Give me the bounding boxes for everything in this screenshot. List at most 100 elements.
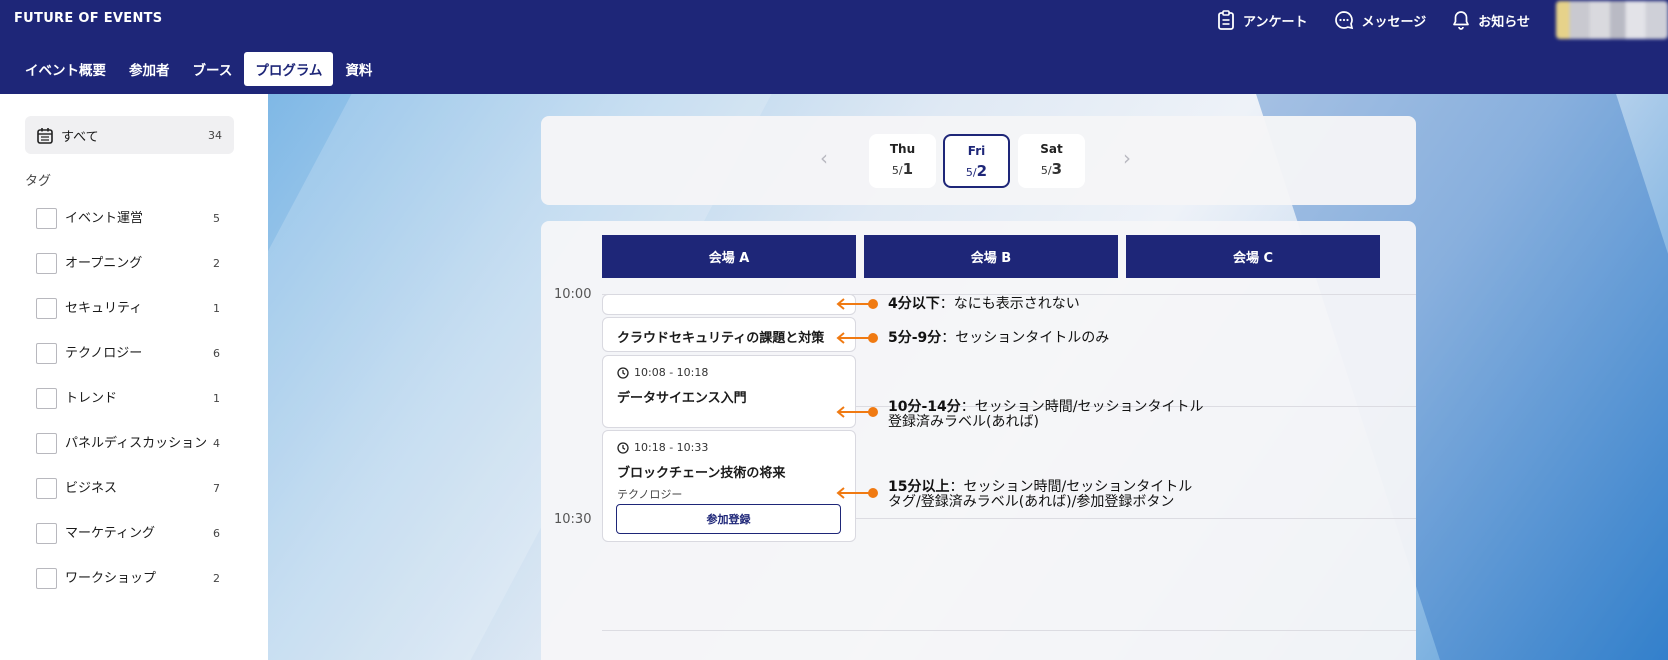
day-date: 5/2 — [945, 162, 1008, 180]
tag-label: パネルディスカッション — [65, 436, 208, 451]
tab-attendees[interactable]: 参加者 — [118, 52, 181, 86]
annotation-text: 10分-14分：セッション時間/セッションタイトル 登録済みラベル(あれば) — [888, 400, 1204, 430]
session-card[interactable]: 10:08 - 10:18 データサイエンス入門 — [602, 355, 856, 428]
annotation-duration: 15分以上 — [888, 479, 950, 495]
tag-checkbox[interactable] — [36, 388, 57, 409]
session-title: クラウドセキュリティの課題と対策 — [617, 331, 825, 346]
tag-checkbox[interactable] — [36, 478, 57, 499]
day-name: Fri — [967, 144, 986, 158]
tag-item[interactable]: トレンド 1 — [36, 376, 220, 421]
tag-checkbox[interactable] — [36, 343, 57, 364]
tag-count: 1 — [213, 392, 220, 405]
venue-b-header: 会場 B — [864, 235, 1118, 278]
session-time-text: 10:08 - 10:18 — [634, 366, 709, 379]
filter-all-count: 34 — [208, 128, 222, 142]
clock-icon — [617, 366, 629, 379]
annotation-text: 5分-9分：セッションタイトルのみ — [888, 331, 1109, 346]
user-avatar[interactable] — [1556, 1, 1668, 39]
venue-c-header: 会場 C — [1126, 235, 1380, 278]
chevron-left-icon[interactable]: ‹ — [820, 146, 828, 170]
clock-icon — [617, 441, 629, 454]
annotation-desc: ：セッションタイトルのみ — [941, 330, 1110, 346]
tag-label: ビジネス — [65, 481, 118, 496]
tab-materials[interactable]: 資料 — [334, 52, 383, 86]
session-card[interactable]: クラウドセキュリティの課題と対策 — [602, 317, 856, 352]
tag-checkbox[interactable] — [36, 298, 57, 319]
time-label: 10:30 — [554, 512, 592, 527]
session-card[interactable] — [602, 294, 856, 315]
day-name: Sat — [1040, 142, 1063, 156]
tag-item[interactable]: セキュリティ 1 — [36, 286, 220, 331]
tag-item[interactable]: ビジネス 7 — [36, 466, 220, 511]
annotation-text: 15分以上：セッション時間/セッションタイトル タグ/登録済みラベル(あれば)/参… — [888, 480, 1192, 510]
tag-count: 4 — [213, 437, 220, 450]
day-month: 5/ — [1040, 164, 1052, 177]
chat-icon — [1334, 11, 1353, 30]
tag-checkbox[interactable] — [36, 523, 57, 544]
venue-a-header: 会場 A — [602, 235, 856, 278]
tab-event-overview[interactable]: イベント概要 — [14, 52, 117, 86]
filter-all[interactable]: すべて 34 — [25, 116, 234, 154]
tag-item[interactable]: オープニング 2 — [36, 241, 220, 286]
clipboard-icon — [1218, 10, 1234, 30]
tab-booths[interactable]: ブース — [182, 52, 244, 86]
tag-checkbox[interactable] — [36, 433, 57, 454]
survey-label: アンケート — [1243, 14, 1308, 30]
annotation-duration: 10分-14分 — [888, 399, 961, 415]
session-time: 10:08 - 10:18 — [617, 366, 708, 379]
annotation-desc: ：なにも表示されない — [939, 296, 1080, 312]
brand-logo[interactable]: FUTURE OF EVENTS — [14, 11, 162, 26]
day-number: 3 — [1051, 160, 1063, 178]
tag-item[interactable]: マーケティング 6 — [36, 511, 220, 556]
annotation: 4分以下：なにも表示されない — [836, 297, 1080, 312]
tag-item[interactable]: テクノロジー 6 — [36, 331, 220, 376]
annotation: 5分-9分：セッションタイトルのみ — [836, 331, 1109, 346]
day-fri[interactable]: Fri 5/2 — [943, 134, 1010, 188]
session-time: 10:18 - 10:33 — [617, 441, 708, 454]
time-label: 10:00 — [554, 287, 592, 302]
day-thu[interactable]: Thu 5/1 — [869, 134, 936, 188]
tag-label: ワークショップ — [65, 571, 157, 586]
tag-count: 6 — [213, 527, 220, 540]
day-number: 2 — [976, 162, 988, 180]
tag-item[interactable]: イベント運営 5 — [36, 196, 220, 241]
register-button[interactable]: 参加登録 — [616, 504, 841, 534]
tag-count: 5 — [213, 212, 220, 225]
tag-item[interactable]: パネルディスカッション 4 — [36, 421, 220, 466]
date-selector: ‹ Thu 5/1 Fri 5/2 Sat 5/3 › — [541, 116, 1416, 205]
calendar-icon — [37, 127, 53, 144]
session-tag: テクノロジー — [617, 488, 683, 501]
annotation: 15分以上：セッション時間/セッションタイトル タグ/登録済みラベル(あれば)/参… — [836, 480, 1192, 510]
session-time-text: 10:18 - 10:33 — [634, 441, 709, 454]
day-month: 5/ — [965, 166, 977, 179]
annotation-text: 4分以下：なにも表示されない — [888, 297, 1080, 312]
tag-checkbox[interactable] — [36, 568, 57, 589]
session-card[interactable]: 10:18 - 10:33 ブロックチェーン技術の将来 テクノロジー 参加登録 — [602, 430, 856, 542]
bell-icon — [1453, 11, 1470, 30]
tab-program[interactable]: プログラム — [244, 52, 334, 86]
top-header: FUTURE OF EVENTS アンケート メッセージ お知らせ イベント概要… — [0, 0, 1668, 94]
tag-item[interactable]: ワークショップ 2 — [36, 556, 220, 601]
notifications-button[interactable]: お知らせ — [1452, 10, 1530, 30]
tag-count: 7 — [213, 482, 220, 495]
annotation-desc-line2: タグ/登録済みラベル(あれば)/参加登録ボタン — [888, 494, 1175, 510]
tag-label: マーケティング — [65, 526, 155, 541]
main-nav: イベント概要 参加者 ブース プログラム 資料 — [14, 52, 384, 86]
session-title: データサイエンス入門 — [617, 391, 747, 406]
orange-arrow-icon — [836, 298, 878, 310]
day-date: 5/1 — [869, 160, 936, 178]
session-title: ブロックチェーン技術の将来 — [617, 466, 786, 481]
messages-label: メッセージ — [1361, 14, 1427, 30]
survey-button[interactable]: アンケート — [1217, 10, 1308, 30]
tag-checkbox[interactable] — [36, 253, 57, 274]
tag-checkbox[interactable] — [36, 208, 57, 229]
day-sat[interactable]: Sat 5/3 — [1018, 134, 1085, 188]
messages-button[interactable]: メッセージ — [1334, 10, 1427, 30]
chevron-right-icon[interactable]: › — [1123, 146, 1131, 170]
annotation-desc: ：セッション時間/セッションタイトル — [960, 399, 1204, 415]
tag-count: 1 — [213, 302, 220, 315]
day-name: Thu — [889, 142, 916, 156]
tag-count: 6 — [213, 347, 220, 360]
notifications-label: お知らせ — [1478, 14, 1530, 30]
grid-line — [602, 630, 1416, 631]
